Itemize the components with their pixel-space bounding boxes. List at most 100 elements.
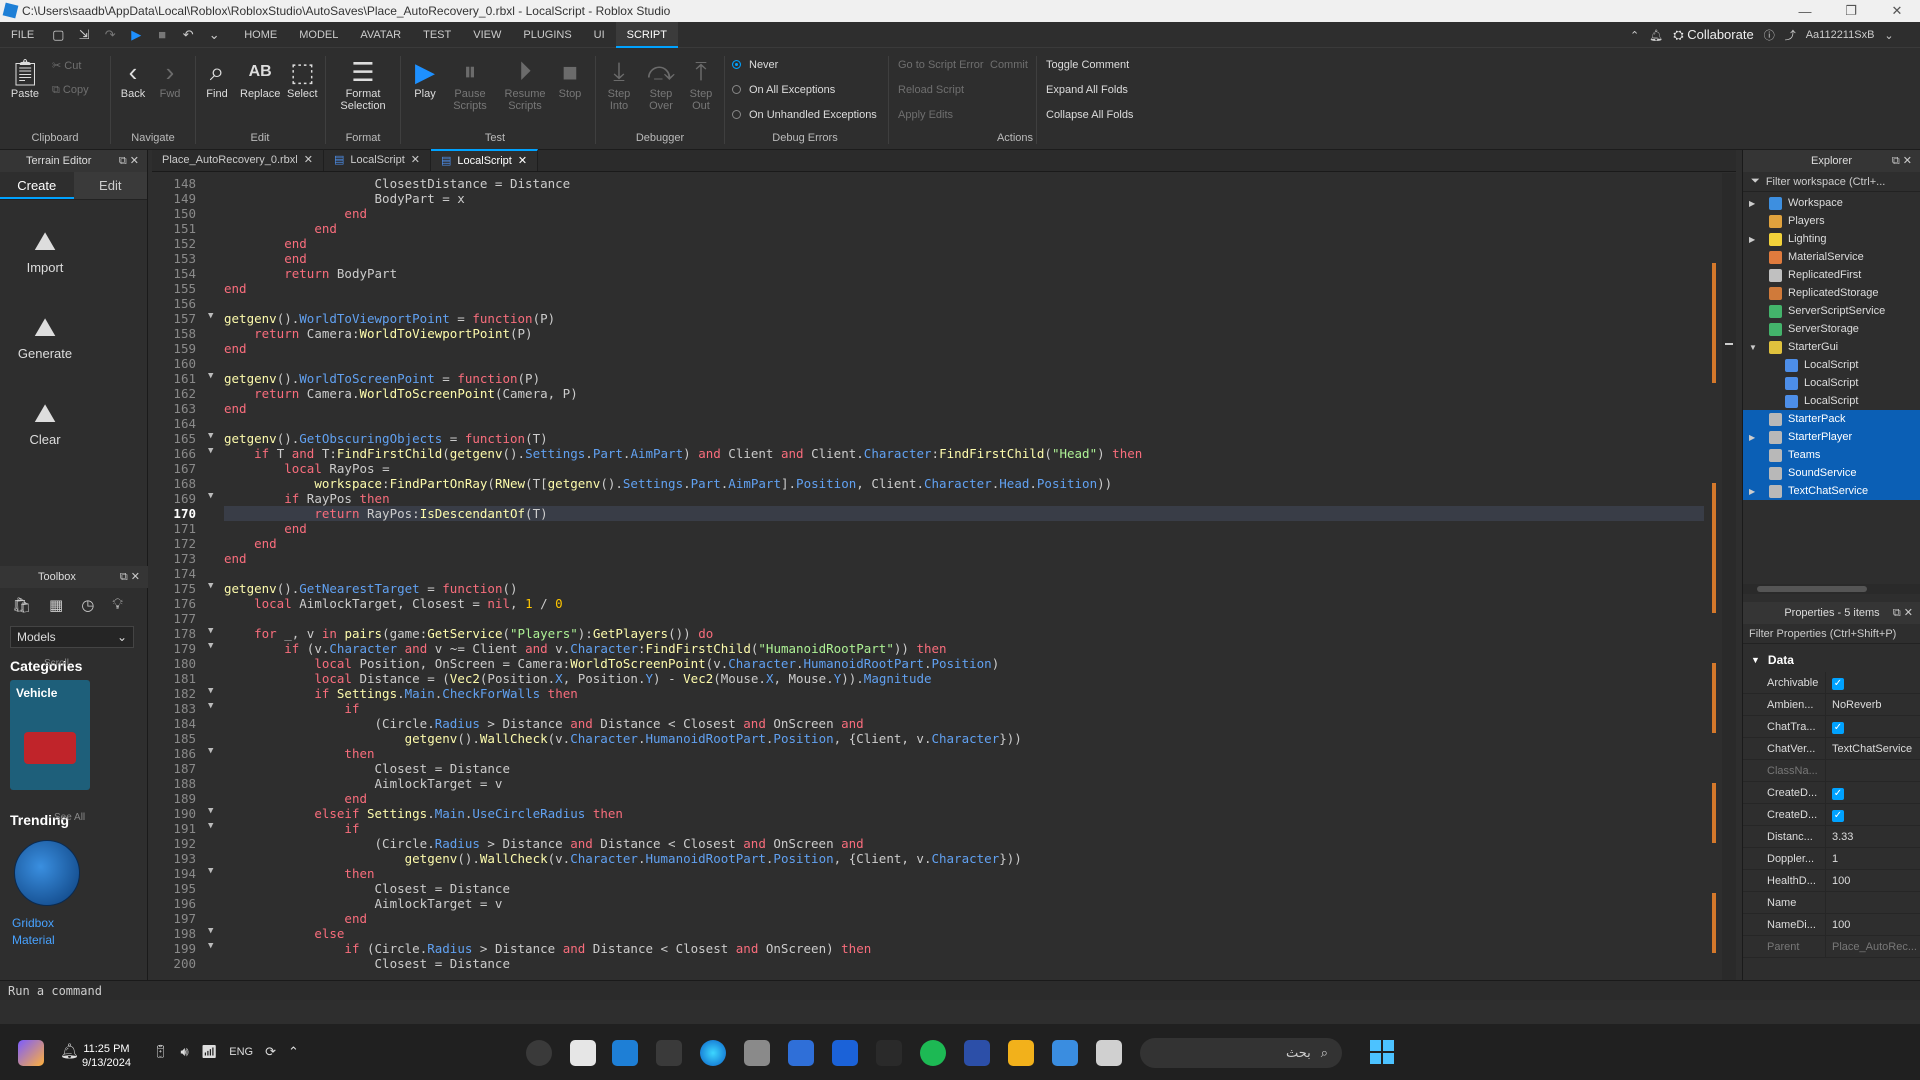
minimize-button[interactable]: — — [1782, 0, 1828, 22]
toggle-comment-button[interactable]: Toggle Comment — [1046, 59, 1129, 71]
username[interactable]: Aa112211SxB — [1806, 29, 1875, 41]
fold-toggle-icon[interactable]: ▼ — [208, 446, 216, 456]
taskbar-search[interactable]: بحث ⌕ — [1140, 1038, 1342, 1068]
maximize-button[interactable]: ❐ — [1828, 0, 1874, 22]
close-icon[interactable]: ✕ — [304, 149, 313, 171]
models-dropdown[interactable]: Models ⌄ — [10, 626, 134, 648]
explorer-item-soundservice[interactable]: SoundService — [1743, 464, 1920, 482]
panel-close-icon[interactable]: ⧉ ✕ — [119, 154, 139, 168]
explorer-hscrollbar[interactable] — [1743, 584, 1920, 594]
ribbon-tab-script[interactable]: SCRIPT — [615, 21, 678, 48]
explorer-item-players[interactable]: Players — [1743, 212, 1920, 230]
script-editor[interactable]: 148 149 150 151 152 153 154 155 156 157 158 159 160 1… — [152, 173, 1736, 980]
format-selection-button[interactable]: ☰ Format Selection — [338, 56, 388, 113]
property-row[interactable]: CreateD... ✓ — [1743, 781, 1920, 804]
windows-start-icon[interactable] — [1370, 1040, 1394, 1064]
explorer-item-localscript[interactable]: LocalScript — [1743, 374, 1920, 392]
back-button[interactable]: ‹ Back — [118, 56, 148, 101]
tab-localscript[interactable]: ▤ LocalScript ✕ — [324, 149, 432, 171]
panel-close-icon[interactable]: ⧉ ✕ — [1892, 154, 1912, 168]
property-row[interactable]: Archivable ✓ — [1743, 671, 1920, 694]
fold-toggle-icon[interactable]: ▼ — [208, 866, 216, 876]
apply-edits-button[interactable]: Apply Edits — [898, 109, 953, 121]
tab-create[interactable]: Create — [0, 172, 74, 199]
fold-toggle-icon[interactable]: ▼ — [208, 431, 216, 441]
property-row[interactable]: Ambien... NoReverb — [1743, 693, 1920, 716]
help-icon[interactable]: ⓘ — [1764, 27, 1775, 43]
edge-app-icon[interactable] — [700, 1040, 726, 1066]
properties-filter[interactable]: Filter Properties (Ctrl+Shift+P) — [1743, 624, 1920, 644]
ribbon-tab-model[interactable]: MODEL — [288, 22, 349, 48]
notes-app-icon[interactable] — [744, 1040, 770, 1066]
new-file-icon[interactable]: ▢ — [51, 27, 65, 42]
close-icon[interactable]: ✕ — [411, 149, 420, 171]
scroll-thumb[interactable] — [1757, 586, 1867, 592]
share-icon[interactable]: ⤴ — [1785, 27, 1796, 43]
property-value[interactable]: TextChatService — [1825, 737, 1920, 760]
fold-toggle-icon[interactable]: ▼ — [208, 626, 216, 636]
ribbon-tab-view[interactable]: VIEW — [462, 22, 512, 48]
recent-icon[interactable]: ◷ — [81, 596, 94, 614]
settings-app-icon[interactable] — [526, 1040, 552, 1066]
quick-access-dropdown-icon[interactable]: ⌄ — [207, 27, 221, 42]
play-button[interactable]: ▶ Play — [410, 56, 440, 101]
fold-toggle-icon[interactable]: ▼ — [208, 941, 216, 951]
dropbox-app-icon[interactable] — [832, 1040, 858, 1066]
roblox-app-icon[interactable] — [570, 1040, 596, 1066]
explorer-item-workspace[interactable]: ▶ Workspace — [1743, 194, 1920, 212]
explorer-item-lighting[interactable]: ▶ Lighting — [1743, 230, 1920, 248]
go-to-script-error-button[interactable]: Go to Script Error — [898, 59, 984, 71]
checkbox-checked-icon[interactable]: ✓ — [1832, 787, 1844, 800]
property-row[interactable]: ChatTra... ✓ — [1743, 715, 1920, 738]
fold-toggle-icon[interactable]: ▼ — [208, 311, 216, 321]
file-menu[interactable]: FILE — [0, 22, 45, 48]
chevron-right-icon[interactable]: ▶ — [1749, 199, 1761, 208]
copy-button[interactable]: ⧉ Copy — [52, 84, 89, 97]
fold-toggle-icon[interactable]: ▼ — [208, 581, 216, 591]
command-bar[interactable]: Run a command — [0, 980, 1920, 1000]
fold-toggle-icon[interactable]: ▼ — [208, 926, 216, 936]
clock[interactable]: 11:25 PM 9/13/2024 — [82, 1042, 131, 1070]
property-value[interactable]: 100 — [1825, 913, 1920, 936]
property-row[interactable]: ClassNa... — [1743, 759, 1920, 782]
roblox-studio-app-icon[interactable] — [612, 1040, 638, 1066]
replace-button[interactable]: AB Replace — [240, 56, 280, 100]
see-all-link[interactable]: See All — [54, 812, 85, 823]
ribbon-tab-avatar[interactable]: AVATAR — [349, 22, 412, 48]
pause-scripts-button[interactable]: ⏸︎ Pause Scripts — [450, 56, 490, 112]
marketplace-icon[interactable]: 🛍︎ — [12, 596, 31, 614]
battery-icon[interactable]: 🔋︎ — [152, 1044, 169, 1060]
property-value[interactable]: ✓ — [1825, 671, 1920, 694]
step-out-button[interactable]: ⤒ Step Out — [686, 56, 716, 112]
fold-toggle-icon[interactable]: ▼ — [208, 806, 216, 816]
property-row[interactable]: ChatVer... TextChatService — [1743, 737, 1920, 760]
fold-toggle-icon[interactable]: ▼ — [208, 821, 216, 831]
explorer-item-textchatservice[interactable]: ▶ TextChatService — [1743, 482, 1920, 500]
scroll-thumb[interactable] — [1725, 343, 1733, 355]
ribbon-tab-test[interactable]: TEST — [412, 22, 462, 48]
chevron-right-icon[interactable]: ▶ — [1749, 235, 1761, 244]
gridbox-link[interactable]: Gridbox — [12, 916, 148, 930]
ribbon-tab-home[interactable]: HOME — [233, 22, 288, 48]
never-radio[interactable]: Never — [732, 59, 778, 71]
explorer-item-replicatedstorage[interactable]: ReplicatedStorage — [1743, 284, 1920, 302]
property-value[interactable]: 1 — [1825, 847, 1920, 870]
explorer-item-replicatedfirst[interactable]: ReplicatedFirst — [1743, 266, 1920, 284]
spotify-app-icon[interactable] — [920, 1040, 946, 1066]
property-value[interactable] — [1825, 759, 1920, 782]
property-row[interactable]: Distanc... 3.33 — [1743, 825, 1920, 848]
chevron-right-icon[interactable]: ▶ — [1749, 433, 1761, 442]
fold-toggle-icon[interactable]: ▼ — [208, 371, 216, 381]
undo-icon[interactable]: ↶ — [181, 27, 195, 42]
all-exceptions-radio[interactable]: On All Exceptions — [732, 84, 835, 96]
explorer-item-localscript[interactable]: LocalScript — [1743, 392, 1920, 410]
material-link[interactable]: Material — [12, 933, 148, 947]
notifications-icon[interactable]: 🔔︎ — [1649, 29, 1663, 42]
property-value[interactable]: ✓ — [1825, 781, 1920, 804]
cut-button[interactable]: ✂ Cut — [52, 59, 81, 72]
property-value[interactable]: 100 — [1825, 869, 1920, 892]
window-app-icon[interactable] — [1096, 1040, 1122, 1066]
tab-edit[interactable]: Edit — [73, 172, 147, 199]
vehicle-category-card[interactable]: Vehicle — [10, 680, 90, 790]
explorer-item-serverstorage[interactable]: ServerStorage — [1743, 320, 1920, 338]
